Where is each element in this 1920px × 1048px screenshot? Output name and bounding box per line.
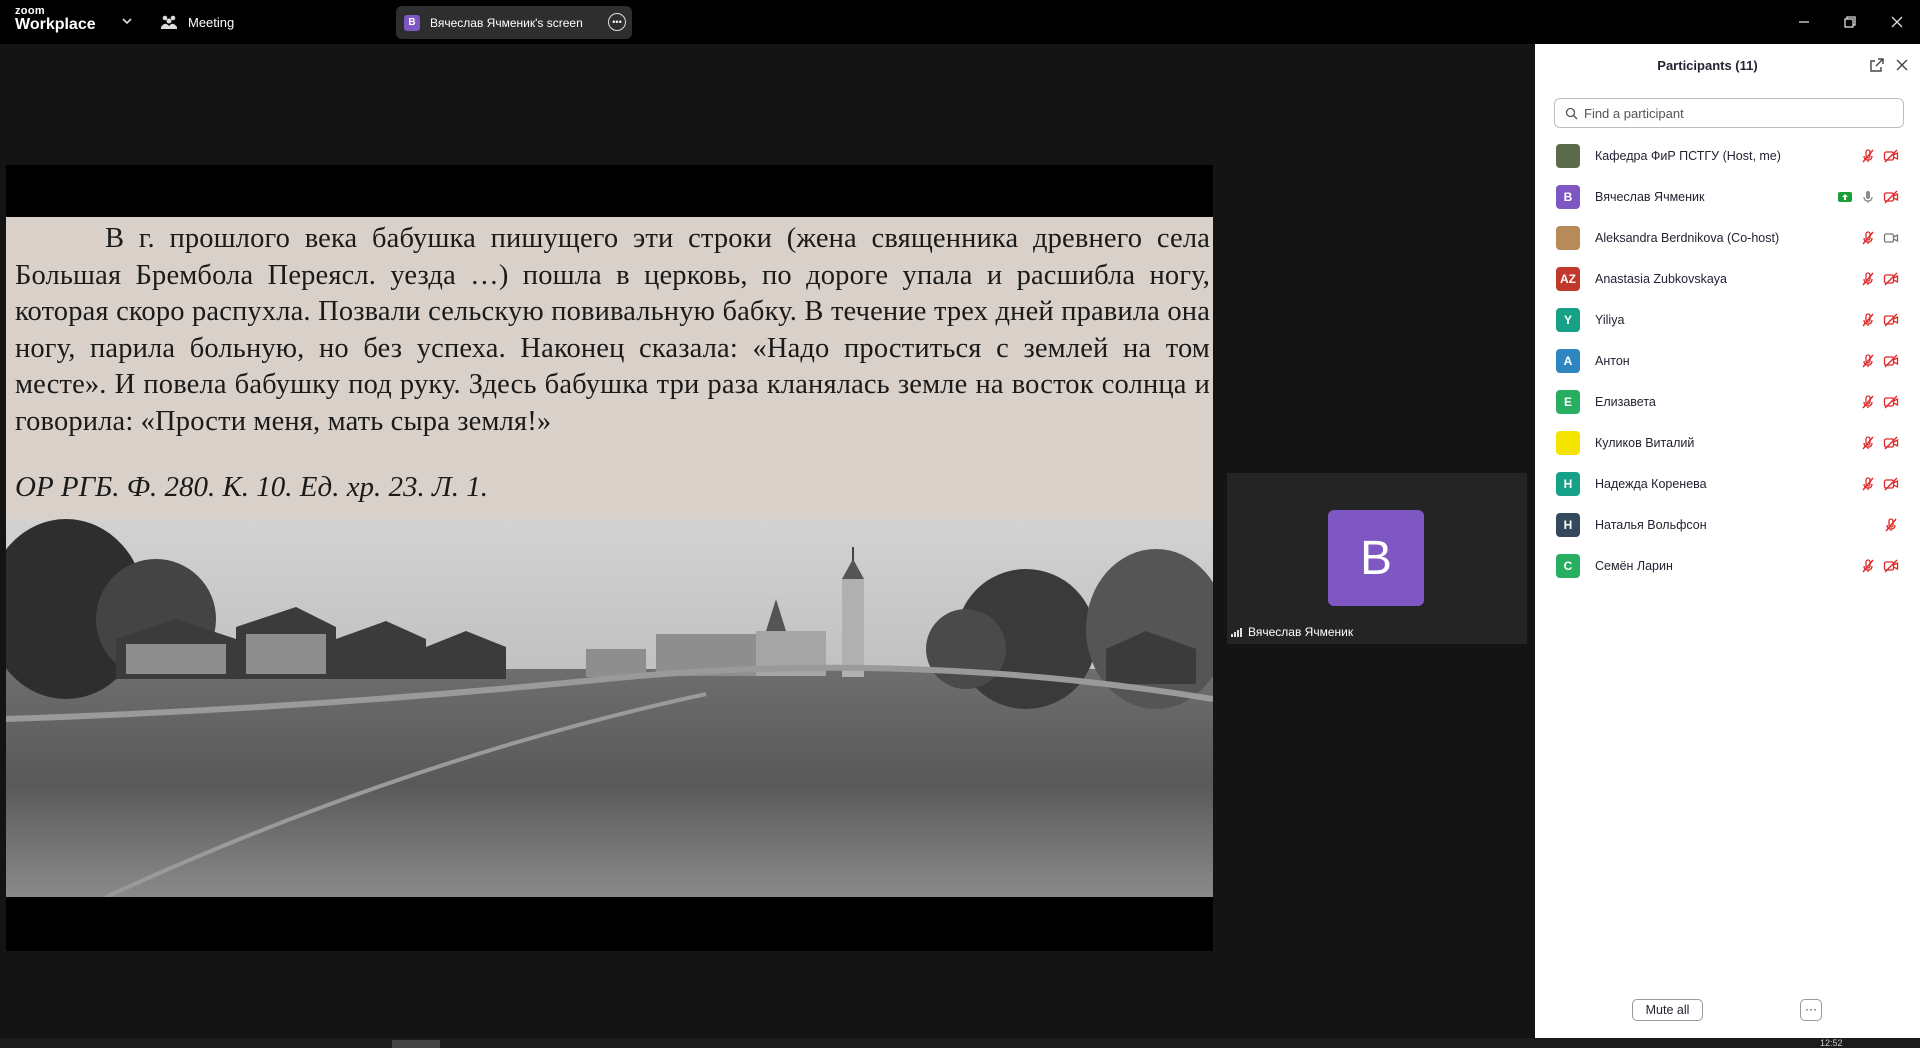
video-off-icon[interactable]	[1883, 271, 1899, 287]
signal-strength-icon	[1231, 628, 1242, 637]
minimize-icon[interactable]	[1792, 10, 1816, 34]
panel-footer: Mute all ···	[1535, 999, 1920, 1029]
video-off-icon[interactable]	[1883, 435, 1899, 451]
participant-avatar: А	[1556, 348, 1580, 373]
screen-share-indicator[interactable]: B Вячеслав Ячменик's screen •••	[396, 6, 632, 39]
participant-avatar	[1556, 143, 1580, 168]
restore-icon[interactable]	[1838, 10, 1862, 34]
participant-row[interactable]: Aleksandra Berdnikova (Co-host)	[1535, 217, 1920, 258]
participant-row[interactable]: B Вячеслав Ячменик	[1535, 176, 1920, 217]
participant-name: Семён Ларин	[1595, 558, 1673, 573]
participant-video-tile[interactable]: B Вячеслав Ячменик	[1227, 473, 1527, 644]
participant-avatar: B	[1328, 510, 1424, 606]
meeting-icon	[161, 15, 177, 29]
participant-avatar: AZ	[1556, 266, 1580, 291]
participant-name: Елизавета	[1595, 394, 1656, 409]
participant-avatar: С	[1556, 553, 1580, 578]
video-off-icon[interactable]	[1883, 476, 1899, 492]
close-icon[interactable]	[1894, 57, 1910, 73]
mic-muted-icon[interactable]	[1860, 230, 1876, 246]
shared-screen[interactable]: В г. прошлого века бабушка пишущего эти …	[6, 165, 1213, 951]
sharer-avatar: B	[404, 14, 420, 31]
taskbar-item[interactable]	[392, 1040, 440, 1048]
share-label: Вячеслав Ячменик's screen	[430, 15, 583, 30]
video-off-icon[interactable]	[1883, 558, 1899, 574]
video-tile-name: Вячеслав Ячменик	[1231, 625, 1353, 639]
video-off-icon[interactable]	[1883, 148, 1899, 164]
mute-all-button[interactable]: Mute all	[1632, 999, 1703, 1021]
pop-out-icon[interactable]	[1869, 57, 1885, 73]
search-icon	[1565, 107, 1578, 119]
participant-row[interactable]: AZ Anastasia Zubkovskaya	[1535, 258, 1920, 299]
meeting-stage: В г. прошлого века бабушка пишущего эти …	[0, 44, 1535, 1038]
participant-row[interactable]: Y Yiliya	[1535, 299, 1920, 340]
taskbar-clock: 12:52	[1820, 1038, 1843, 1048]
taskbar: 12:52	[0, 1038, 1920, 1048]
participants-panel: Participants (11) Кафедра ФиР ПСТГУ (Hos…	[1535, 44, 1920, 1038]
participant-name: Наталья Вольфсон	[1595, 517, 1707, 532]
zoom-workplace-logo[interactable]: zoom Workplace	[15, 6, 96, 33]
participant-name: Антон	[1595, 353, 1630, 368]
video-off-icon[interactable]	[1883, 312, 1899, 328]
video-off-icon[interactable]	[1883, 189, 1899, 205]
participant-list: Кафедра ФиР ПСТГУ (Host, me) B Вячеслав Яч…	[1535, 135, 1920, 586]
participant-avatar	[1556, 225, 1580, 250]
participant-avatar: B	[1556, 184, 1580, 209]
participant-row[interactable]: С Семён Ларин	[1535, 545, 1920, 586]
participant-row[interactable]: Н Наталья Вольфсон	[1535, 504, 1920, 545]
village-photo-drawing	[6, 519, 1213, 897]
participant-row[interactable]: А Антон	[1535, 340, 1920, 381]
mic-muted-icon[interactable]	[1860, 394, 1876, 410]
participant-avatar	[1556, 430, 1580, 455]
participant-name: Anastasia Zubkovskaya	[1595, 271, 1728, 286]
mic-muted-icon[interactable]	[1883, 517, 1899, 533]
mic-muted-icon[interactable]	[1860, 435, 1876, 451]
video-icon[interactable]	[1883, 230, 1899, 246]
mic-muted-icon[interactable]	[1860, 271, 1876, 287]
participant-row[interactable]: Кафедра ФиР ПСТГУ (Host, me)	[1535, 135, 1920, 176]
mic-muted-icon[interactable]	[1860, 558, 1876, 574]
video-off-icon[interactable]	[1883, 353, 1899, 369]
participant-avatar: Е	[1556, 389, 1580, 414]
village-photo	[6, 519, 1213, 897]
meeting-button[interactable]: Meeting	[160, 11, 234, 33]
mic-muted-icon[interactable]	[1860, 148, 1876, 164]
mic-muted-icon[interactable]	[1860, 476, 1876, 492]
participant-row[interactable]: Н Надежда Коренева	[1535, 463, 1920, 504]
logo-big-text: Workplace	[15, 16, 96, 33]
participant-name: Aleksandra Berdnikova (Co-host)	[1595, 230, 1780, 245]
screen-share-icon	[1837, 189, 1853, 205]
meeting-label: Meeting	[188, 14, 235, 30]
video-off-icon[interactable]	[1883, 394, 1899, 410]
slide-reference: ОР РГБ. Ф. 280. К. 10. Ед. хр. 23. Л. 1.	[15, 471, 488, 503]
mic-icon[interactable]	[1860, 189, 1876, 205]
search-field[interactable]	[1554, 98, 1904, 128]
participant-row[interactable]: Е Елизавета	[1535, 381, 1920, 422]
participant-name: Вячеслав Ячменик	[1595, 189, 1705, 204]
slide-text-area: В г. прошлого века бабушка пишущего эти …	[6, 217, 1213, 519]
close-window-icon[interactable]	[1885, 10, 1909, 34]
search-input[interactable]	[1584, 105, 1884, 121]
participant-name: Yiliya	[1595, 312, 1625, 327]
participant-name: Куликов Виталий	[1595, 435, 1695, 450]
more-button[interactable]: ···	[1800, 999, 1822, 1021]
participant-avatar: Н	[1556, 512, 1580, 537]
title-bar: zoom Workplace Meeting B Вячеслав Ячмени…	[0, 0, 1920, 44]
chevron-down-icon[interactable]	[120, 14, 134, 28]
mic-muted-icon[interactable]	[1860, 312, 1876, 328]
participant-row[interactable]: Куликов Виталий	[1535, 422, 1920, 463]
participant-avatar: Н	[1556, 471, 1580, 496]
panel-title: Participants (11)	[1657, 58, 1758, 73]
participant-avatar: Y	[1556, 307, 1580, 332]
video-tile-name-text: Вячеслав Ячменик	[1248, 625, 1354, 639]
slide-paragraph: В г. прошлого века бабушка пишущего эти …	[15, 223, 1210, 437]
participant-name: Надежда Коренева	[1595, 476, 1707, 491]
more-options-icon[interactable]: •••	[608, 13, 626, 31]
mic-muted-icon[interactable]	[1860, 353, 1876, 369]
participant-name: Кафедра ФиР ПСТГУ (Host, me)	[1595, 148, 1781, 163]
